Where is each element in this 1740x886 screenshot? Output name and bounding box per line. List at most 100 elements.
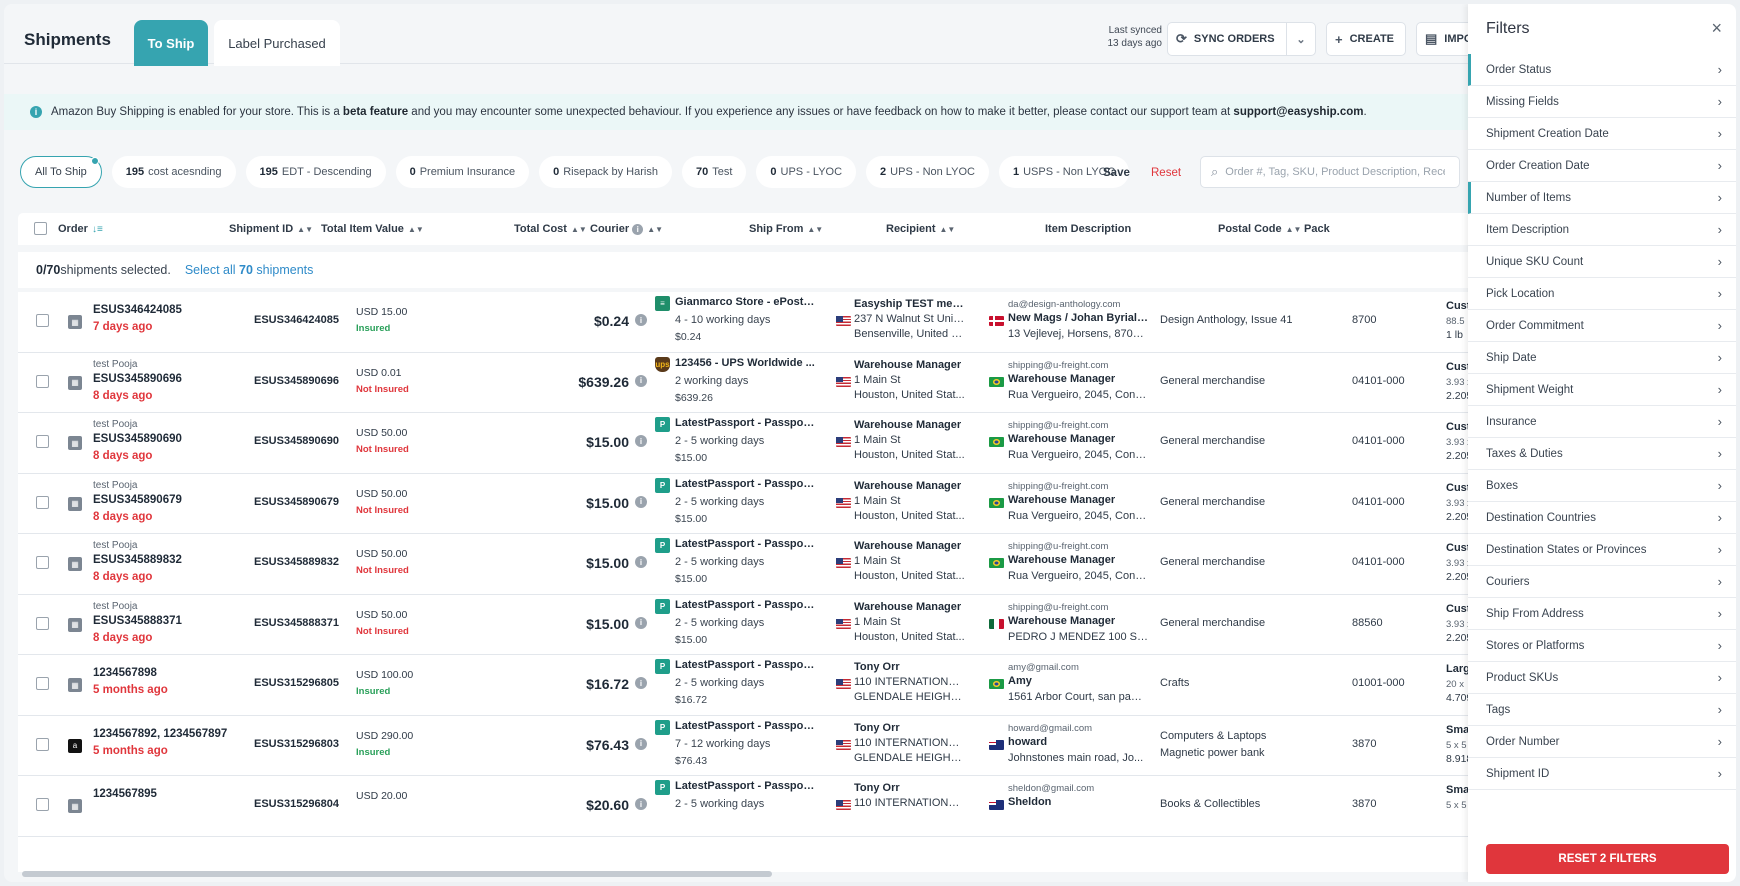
filter-item[interactable]: Shipment ID ›: [1468, 758, 1736, 790]
filter-item[interactable]: Stores or Platforms ›: [1468, 630, 1736, 662]
row-checkbox[interactable]: [36, 798, 49, 811]
column-shipment-id[interactable]: Shipment ID ▲▼: [229, 223, 313, 235]
scrollbar-thumb[interactable]: [22, 871, 772, 877]
filter-chip[interactable]: 0 Risepack by Harish: [539, 156, 672, 188]
table-row[interactable]: ▦ 1234567895 ESUS315296804 USD 20.00 $20.60 i…: [18, 776, 1478, 837]
row-checkbox[interactable]: [36, 495, 49, 509]
table-row[interactable]: ▦ test Pooja ESUS345890679 8 days ago ESUS34…: [18, 474, 1478, 534]
filter-item[interactable]: Couriers ›: [1468, 566, 1736, 598]
filter-chip[interactable]: 0 UPS - LYOC: [756, 156, 857, 188]
table-row[interactable]: ▦ ESUS346424085 7 days ago ESUS346424085 USD…: [18, 292, 1478, 353]
filter-item[interactable]: Order Creation Date ›: [1468, 150, 1736, 182]
column-total-item-value[interactable]: Total Item Value ▲▼: [321, 223, 424, 235]
table-row[interactable]: ▦ 1234567898 5 months ago ESUS315296805 USD …: [18, 655, 1478, 716]
column-order[interactable]: Order ↓≡: [58, 223, 103, 235]
shipment-id[interactable]: ESUS345889832: [254, 556, 339, 568]
horizontal-scrollbar[interactable]: [18, 870, 1478, 878]
shipment-id[interactable]: ESUS346424085: [254, 314, 339, 326]
shipment-id[interactable]: ESUS315296804: [254, 798, 339, 810]
order-number[interactable]: 1234567895: [93, 788, 157, 800]
info-icon[interactable]: i: [635, 435, 647, 447]
table-row[interactable]: ▦ test Pooja ESUS345888371 8 days ago ESUS34…: [18, 595, 1478, 655]
info-icon[interactable]: i: [635, 495, 647, 508]
filter-item[interactable]: Destination Countries ›: [1468, 502, 1736, 534]
info-icon[interactable]: i: [635, 314, 647, 326]
filter-item[interactable]: Item Description ›: [1468, 214, 1736, 246]
row-checkbox[interactable]: [36, 616, 49, 630]
order-number[interactable]: ESUS345890690: [93, 433, 182, 445]
shipment-id[interactable]: ESUS345888371: [254, 617, 339, 629]
search-input[interactable]: [1225, 166, 1446, 178]
close-icon[interactable]: ×: [1711, 18, 1722, 39]
filter-item[interactable]: Ship From Address ›: [1468, 598, 1736, 630]
table-row[interactable]: ▦ test Pooja ESUS345890696 8 days ago ESUS34…: [18, 353, 1478, 413]
order-number[interactable]: ESUS345888371: [93, 615, 182, 627]
filter-item[interactable]: Pick Location ›: [1468, 278, 1736, 310]
filter-item[interactable]: Order Status ›: [1468, 54, 1736, 86]
shipment-id[interactable]: ESUS345890696: [254, 375, 339, 387]
filter-item[interactable]: Destination States or Provinces ›: [1468, 534, 1736, 566]
shipment-id[interactable]: ESUS315296805: [254, 677, 339, 689]
filter-item[interactable]: Order Commitment ›: [1468, 310, 1736, 342]
column-courier[interactable]: Courier i ▲▼: [590, 223, 663, 235]
filter-item[interactable]: Insurance ›: [1468, 406, 1736, 438]
order-number[interactable]: ESUS345890696: [93, 373, 182, 385]
order-number[interactable]: 1234567892, 1234567897: [93, 728, 227, 740]
support-email-link[interactable]: support@easyship.com: [1233, 106, 1363, 118]
order-number[interactable]: ESUS345890679: [93, 494, 182, 506]
select-all-checkbox[interactable]: [34, 222, 47, 238]
row-checkbox[interactable]: [36, 435, 49, 448]
filter-item[interactable]: Boxes ›: [1468, 470, 1736, 502]
info-icon[interactable]: i: [635, 798, 647, 810]
info-icon[interactable]: i: [635, 616, 647, 629]
shipment-id[interactable]: ESUS345890679: [254, 496, 339, 508]
info-icon[interactable]: i: [635, 374, 647, 387]
info-icon[interactable]: i: [635, 677, 647, 689]
filter-item[interactable]: Unique SKU Count ›: [1468, 246, 1736, 278]
tab-to-ship[interactable]: To Ship: [134, 20, 208, 66]
tab-label-purchased[interactable]: Label Purchased: [214, 20, 340, 66]
column-recipient[interactable]: Recipient ▲▼: [886, 223, 955, 235]
order-number[interactable]: 1234567898: [93, 667, 157, 679]
sync-options-dropdown[interactable]: ⌄: [1286, 22, 1316, 56]
row-checkbox[interactable]: [36, 556, 49, 569]
filter-item[interactable]: Tags ›: [1468, 694, 1736, 726]
order-number[interactable]: ESUS345889832: [93, 554, 182, 566]
row-checkbox[interactable]: [36, 314, 49, 327]
row-checkbox[interactable]: [36, 737, 49, 751]
info-icon[interactable]: i: [635, 556, 647, 568]
row-checkbox[interactable]: [36, 374, 49, 388]
column-total-cost[interactable]: Total Cost ▲▼: [514, 223, 587, 235]
column-pack[interactable]: Pack: [1304, 223, 1330, 235]
filter-item[interactable]: Taxes & Duties ›: [1468, 438, 1736, 470]
save-filter-button[interactable]: Save: [1103, 167, 1130, 179]
table-row[interactable]: ▦ test Pooja ESUS345890690 8 days ago ESUS34…: [18, 413, 1478, 474]
filter-item[interactable]: Order Number ›: [1468, 726, 1736, 758]
create-button[interactable]: + CREATE: [1326, 22, 1406, 56]
column-ship-from[interactable]: Ship From ▲▼: [749, 223, 823, 235]
row-checkbox[interactable]: [36, 677, 49, 690]
filter-chip[interactable]: 195 cost acesnding: [111, 156, 236, 188]
search-box[interactable]: ⌕: [1200, 156, 1460, 188]
select-all-link[interactable]: Select all 70 shipments: [185, 263, 314, 277]
info-icon[interactable]: i: [635, 737, 647, 750]
filter-item[interactable]: Shipment Weight ›: [1468, 374, 1736, 406]
filter-chip[interactable]: 0 Premium Insurance: [395, 156, 530, 188]
filter-item[interactable]: Shipment Creation Date ›: [1468, 118, 1736, 150]
filter-item[interactable]: Number of Items ›: [1468, 182, 1736, 214]
table-row[interactable]: a 1234567892, 1234567897 5 months ago ESUS3…: [18, 716, 1478, 776]
filter-chip[interactable]: 2 UPS - Non LYOC: [866, 156, 989, 188]
filter-chip[interactable]: 70 Test: [681, 156, 747, 188]
order-number[interactable]: ESUS346424085: [93, 304, 182, 316]
reset-filter-button[interactable]: Reset: [1151, 167, 1181, 179]
shipment-id[interactable]: ESUS315296803: [254, 738, 339, 750]
filter-chip[interactable]: 195 EDT - Descending: [245, 156, 386, 188]
reset-filters-button[interactable]: RESET 2 FILTERS: [1486, 844, 1729, 874]
column-postal-code[interactable]: Postal Code ▲▼: [1218, 223, 1301, 235]
shipment-id[interactable]: ESUS345890690: [254, 435, 339, 447]
sync-orders-button[interactable]: ⟳ SYNC ORDERS: [1167, 22, 1287, 56]
filter-item[interactable]: Product SKUs ›: [1468, 662, 1736, 694]
table-row[interactable]: ▦ test Pooja ESUS345889832 8 days ago ESUS34…: [18, 534, 1478, 595]
filter-item[interactable]: Ship Date ›: [1468, 342, 1736, 374]
filter-chip[interactable]: All To Ship: [20, 156, 102, 188]
